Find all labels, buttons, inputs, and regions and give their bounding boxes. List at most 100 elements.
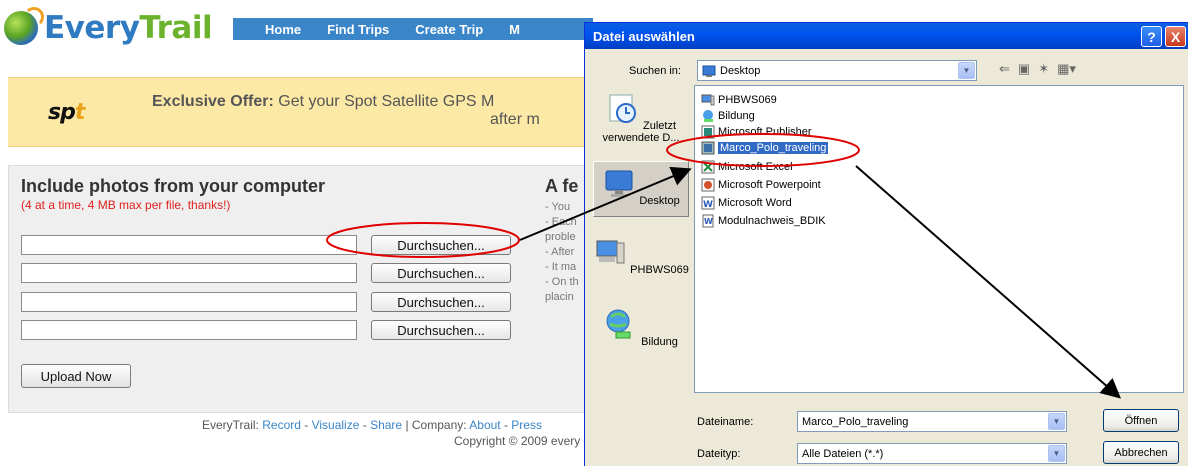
nav-find-trips[interactable]: Find Trips <box>314 22 402 37</box>
footer-prefix: EveryTrail: <box>202 418 263 432</box>
place-network[interactable]: Bildung <box>593 307 689 363</box>
look-in-combo[interactable]: Desktop ▼ <box>697 60 977 81</box>
place-desktop[interactable]: Desktop <box>593 161 689 217</box>
file-row-4: Durchsuchen... <box>21 320 511 340</box>
place-computer[interactable]: PHBWS069 <box>593 235 689 291</box>
offer-headline: Exclusive Offer: Get your Spot Satellite… <box>152 92 494 111</box>
desktop-icon <box>605 170 633 197</box>
footer-links: EveryTrail: Record - Visualize - Share |… <box>202 418 542 432</box>
filetype-label: Dateityp: <box>697 448 741 460</box>
file-name: Microsoft Powerpoint <box>718 179 821 191</box>
footer-link-share[interactable]: Share <box>370 418 402 432</box>
file-path-input-2[interactable] <box>21 263 357 283</box>
place-network-label: Bildung <box>641 336 678 348</box>
file-item-selected[interactable]: Marco_Polo_traveling <box>701 140 829 156</box>
file-item[interactable]: Microsoft Publisher <box>701 124 812 140</box>
file-name: Microsoft Excel <box>718 161 793 173</box>
new-folder-icon[interactable]: ✶ <box>1038 61 1049 77</box>
footer-link-visualize[interactable]: Visualize <box>312 418 360 432</box>
browse-button-1[interactable]: Durchsuchen... <box>371 235 511 255</box>
file-item[interactable]: Microsoft Powerpoint <box>701 177 821 193</box>
shortcut-icon <box>701 141 715 155</box>
offer-banner[interactable]: spt Exclusive Offer: Get your Spot Satel… <box>8 77 608 147</box>
nav-create-trip[interactable]: Create Trip <box>402 22 496 37</box>
spot-logo-main: sp <box>48 100 76 125</box>
file-item[interactable]: Bildung <box>701 108 755 124</box>
file-list[interactable]: PHBWS069 Bildung Microsoft Publisher Mar… <box>694 85 1184 393</box>
chevron-down-icon[interactable]: ▼ <box>958 62 975 79</box>
main-nav: Home Find Trips Create Trip M <box>233 18 593 40</box>
footer-link-record[interactable]: Record <box>262 418 301 432</box>
help-button[interactable]: ? <box>1141 26 1162 47</box>
file-path-input-3[interactable] <box>21 292 357 312</box>
file-name: Modulnachweis_BDIK <box>718 215 826 227</box>
desktop-small-icon <box>702 65 716 77</box>
file-path-input-1[interactable] <box>21 235 357 255</box>
file-path-input-4[interactable] <box>21 320 357 340</box>
open-button[interactable]: Öffnen <box>1103 409 1179 432</box>
place-recent[interactable]: Zuletzt verwendete D... <box>593 91 689 153</box>
upload-title: Include photos from your computer <box>21 176 326 196</box>
computer-icon <box>701 94 715 106</box>
browse-button-2[interactable]: Durchsuchen... <box>371 263 511 283</box>
place-desktop-label: Desktop <box>639 195 680 207</box>
everytrail-logo[interactable]: EveryTrail <box>4 7 213 48</box>
offer-headline-rest: Get your Spot Satellite GPS M <box>273 93 495 110</box>
nav-more[interactable]: M <box>496 22 533 37</box>
filetype-select[interactable]: Alle Dateien (*.*) ▼ <box>797 443 1067 464</box>
screenshot: EveryTrail Home Find Trips Create Trip M… <box>0 0 1188 466</box>
upload-now-button[interactable]: Upload Now <box>21 364 131 388</box>
publisher-shortcut-icon <box>701 125 715 139</box>
network-icon <box>703 110 713 122</box>
nav-home[interactable]: Home <box>233 22 314 37</box>
my-computer-icon <box>596 240 625 264</box>
file-name: Bildung <box>718 110 755 122</box>
word-doc-icon: W <box>702 214 714 228</box>
footer-link-about[interactable]: About <box>469 418 500 432</box>
file-item[interactable]: W Microsoft Word <box>701 195 792 211</box>
logo-trail: Trail <box>139 10 213 46</box>
file-name: PHBWS069 <box>718 94 777 106</box>
file-row-1: Durchsuchen... <box>21 235 511 255</box>
file-name: Microsoft Publisher <box>718 126 812 138</box>
file-open-dialog: Datei auswählen ? X Suchen in: Desktop ▼… <box>584 22 1188 466</box>
dialog-title: Datei auswählen <box>593 28 695 44</box>
chevron-down-icon[interactable]: ▼ <box>1048 445 1065 462</box>
places-bar: Zuletzt verwendete D... Desktop PHBWS069… <box>593 85 689 393</box>
dialog-titlebar[interactable]: Datei auswählen ? X <box>585 23 1188 49</box>
filename-input[interactable]: Marco_Polo_traveling ▼ <box>797 411 1067 432</box>
back-icon[interactable]: ⇐ <box>999 61 1010 77</box>
spot-logo: spt <box>48 100 85 125</box>
filename-label: Dateiname: <box>697 416 754 428</box>
close-button[interactable]: X <box>1165 26 1186 47</box>
tip-line: placin <box>545 291 574 303</box>
view-menu-icon[interactable]: ▦▾ <box>1057 61 1076 77</box>
file-item[interactable]: Microsoft Excel <box>701 159 793 175</box>
tip-line: - After <box>545 246 575 258</box>
network-icon <box>606 309 631 339</box>
look-in-value: Desktop <box>720 64 761 77</box>
recent-docs-icon <box>609 94 636 123</box>
tips-list: - You - Each proble - After - It ma - On… <box>545 200 579 305</box>
cancel-button[interactable]: Abbrechen <box>1103 441 1179 464</box>
offer-headline-bold: Exclusive Offer: <box>152 93 274 110</box>
place-computer-label: PHBWS069 <box>630 264 689 276</box>
filename-value: Marco_Polo_traveling <box>802 415 909 428</box>
tip-line: - On th <box>545 276 579 288</box>
offer-line2: after m <box>490 111 540 128</box>
word-icon: W <box>701 196 715 210</box>
upload-subtitle: (4 at a time, 4 MB max per file, thanks!… <box>21 198 231 212</box>
up-folder-icon[interactable]: ▣ <box>1018 61 1030 77</box>
footer-link-press[interactable]: Press <box>511 418 542 432</box>
tips-title: A fe <box>545 176 579 196</box>
upload-panel: Include photos from your computer (4 at … <box>8 165 608 413</box>
look-in-value-wrap: Desktop <box>702 64 760 78</box>
logo-every: Every <box>44 10 140 46</box>
browse-button-3[interactable]: Durchsuchen... <box>371 292 511 312</box>
footer-company: | Company: <box>402 418 470 432</box>
browse-button-4[interactable]: Durchsuchen... <box>371 320 511 340</box>
file-item[interactable]: W Modulnachweis_BDIK <box>701 213 826 229</box>
file-item[interactable]: PHBWS069 <box>701 92 777 108</box>
chevron-down-icon[interactable]: ▼ <box>1048 413 1065 430</box>
svg-text:W: W <box>703 200 713 210</box>
